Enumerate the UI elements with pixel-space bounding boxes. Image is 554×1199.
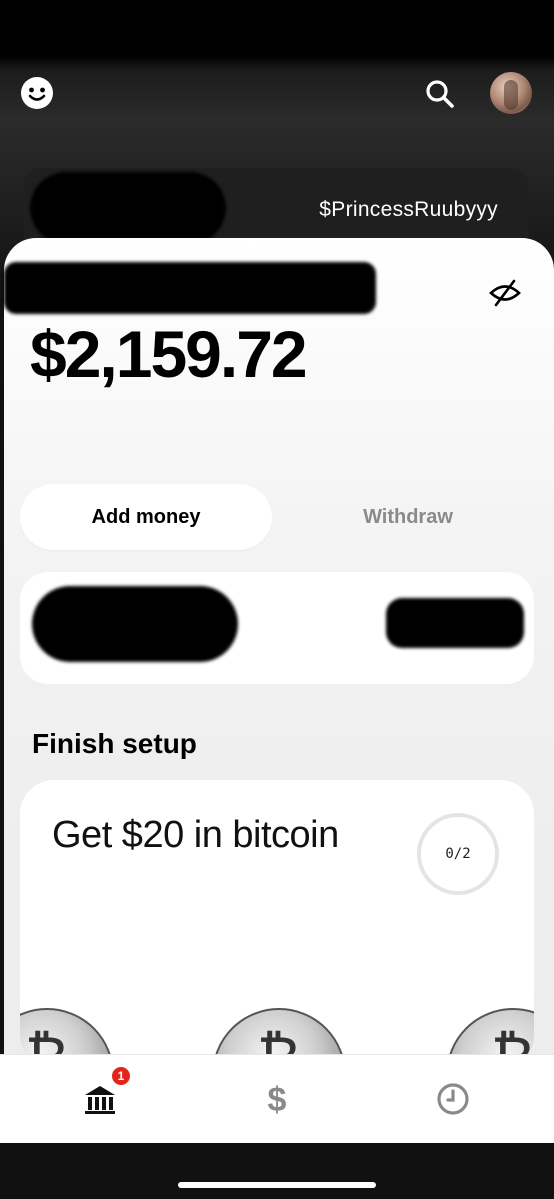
- redacted-name: [30, 172, 226, 244]
- tab-money[interactable]: $: [247, 1069, 307, 1129]
- redacted-info-right: [386, 598, 524, 648]
- search-icon[interactable]: [424, 78, 456, 110]
- clock-icon: [437, 1083, 469, 1115]
- tab-activity[interactable]: [423, 1069, 483, 1129]
- redacted-info-left: [32, 586, 238, 662]
- progress-label: 0/2: [445, 846, 471, 862]
- notification-badge: 1: [112, 1067, 130, 1085]
- withdraw-button[interactable]: Withdraw: [282, 484, 534, 550]
- screen: $PrincessRuubyyy $2,159.72 Add money Wit…: [0, 0, 554, 1199]
- home-indicator: [178, 1182, 376, 1188]
- finish-setup-title: Finish setup: [32, 728, 197, 759]
- svg-text:$: $: [268, 1082, 287, 1116]
- eye-slash-icon[interactable]: [488, 278, 522, 308]
- bitcoin-offer-title: Get $20 in bitcoin: [52, 814, 339, 856]
- account-info-card[interactable]: [20, 572, 534, 684]
- bitcoin-offer-card[interactable]: Get $20 in bitcoin 0/2: [20, 780, 534, 1070]
- avatar[interactable]: [490, 72, 532, 114]
- top-bar: [0, 56, 554, 136]
- add-money-button[interactable]: Add money: [20, 484, 272, 550]
- smiley-icon[interactable]: [20, 76, 54, 110]
- dollar-icon: $: [268, 1082, 287, 1116]
- cashtag-label: $PrincessRuubyyy: [319, 198, 498, 221]
- bottom-tab-bar: 1 $: [0, 1054, 554, 1143]
- balance-amount: $2,159.72: [30, 317, 308, 391]
- redacted-label: [4, 262, 376, 314]
- bank-icon: [85, 1086, 115, 1114]
